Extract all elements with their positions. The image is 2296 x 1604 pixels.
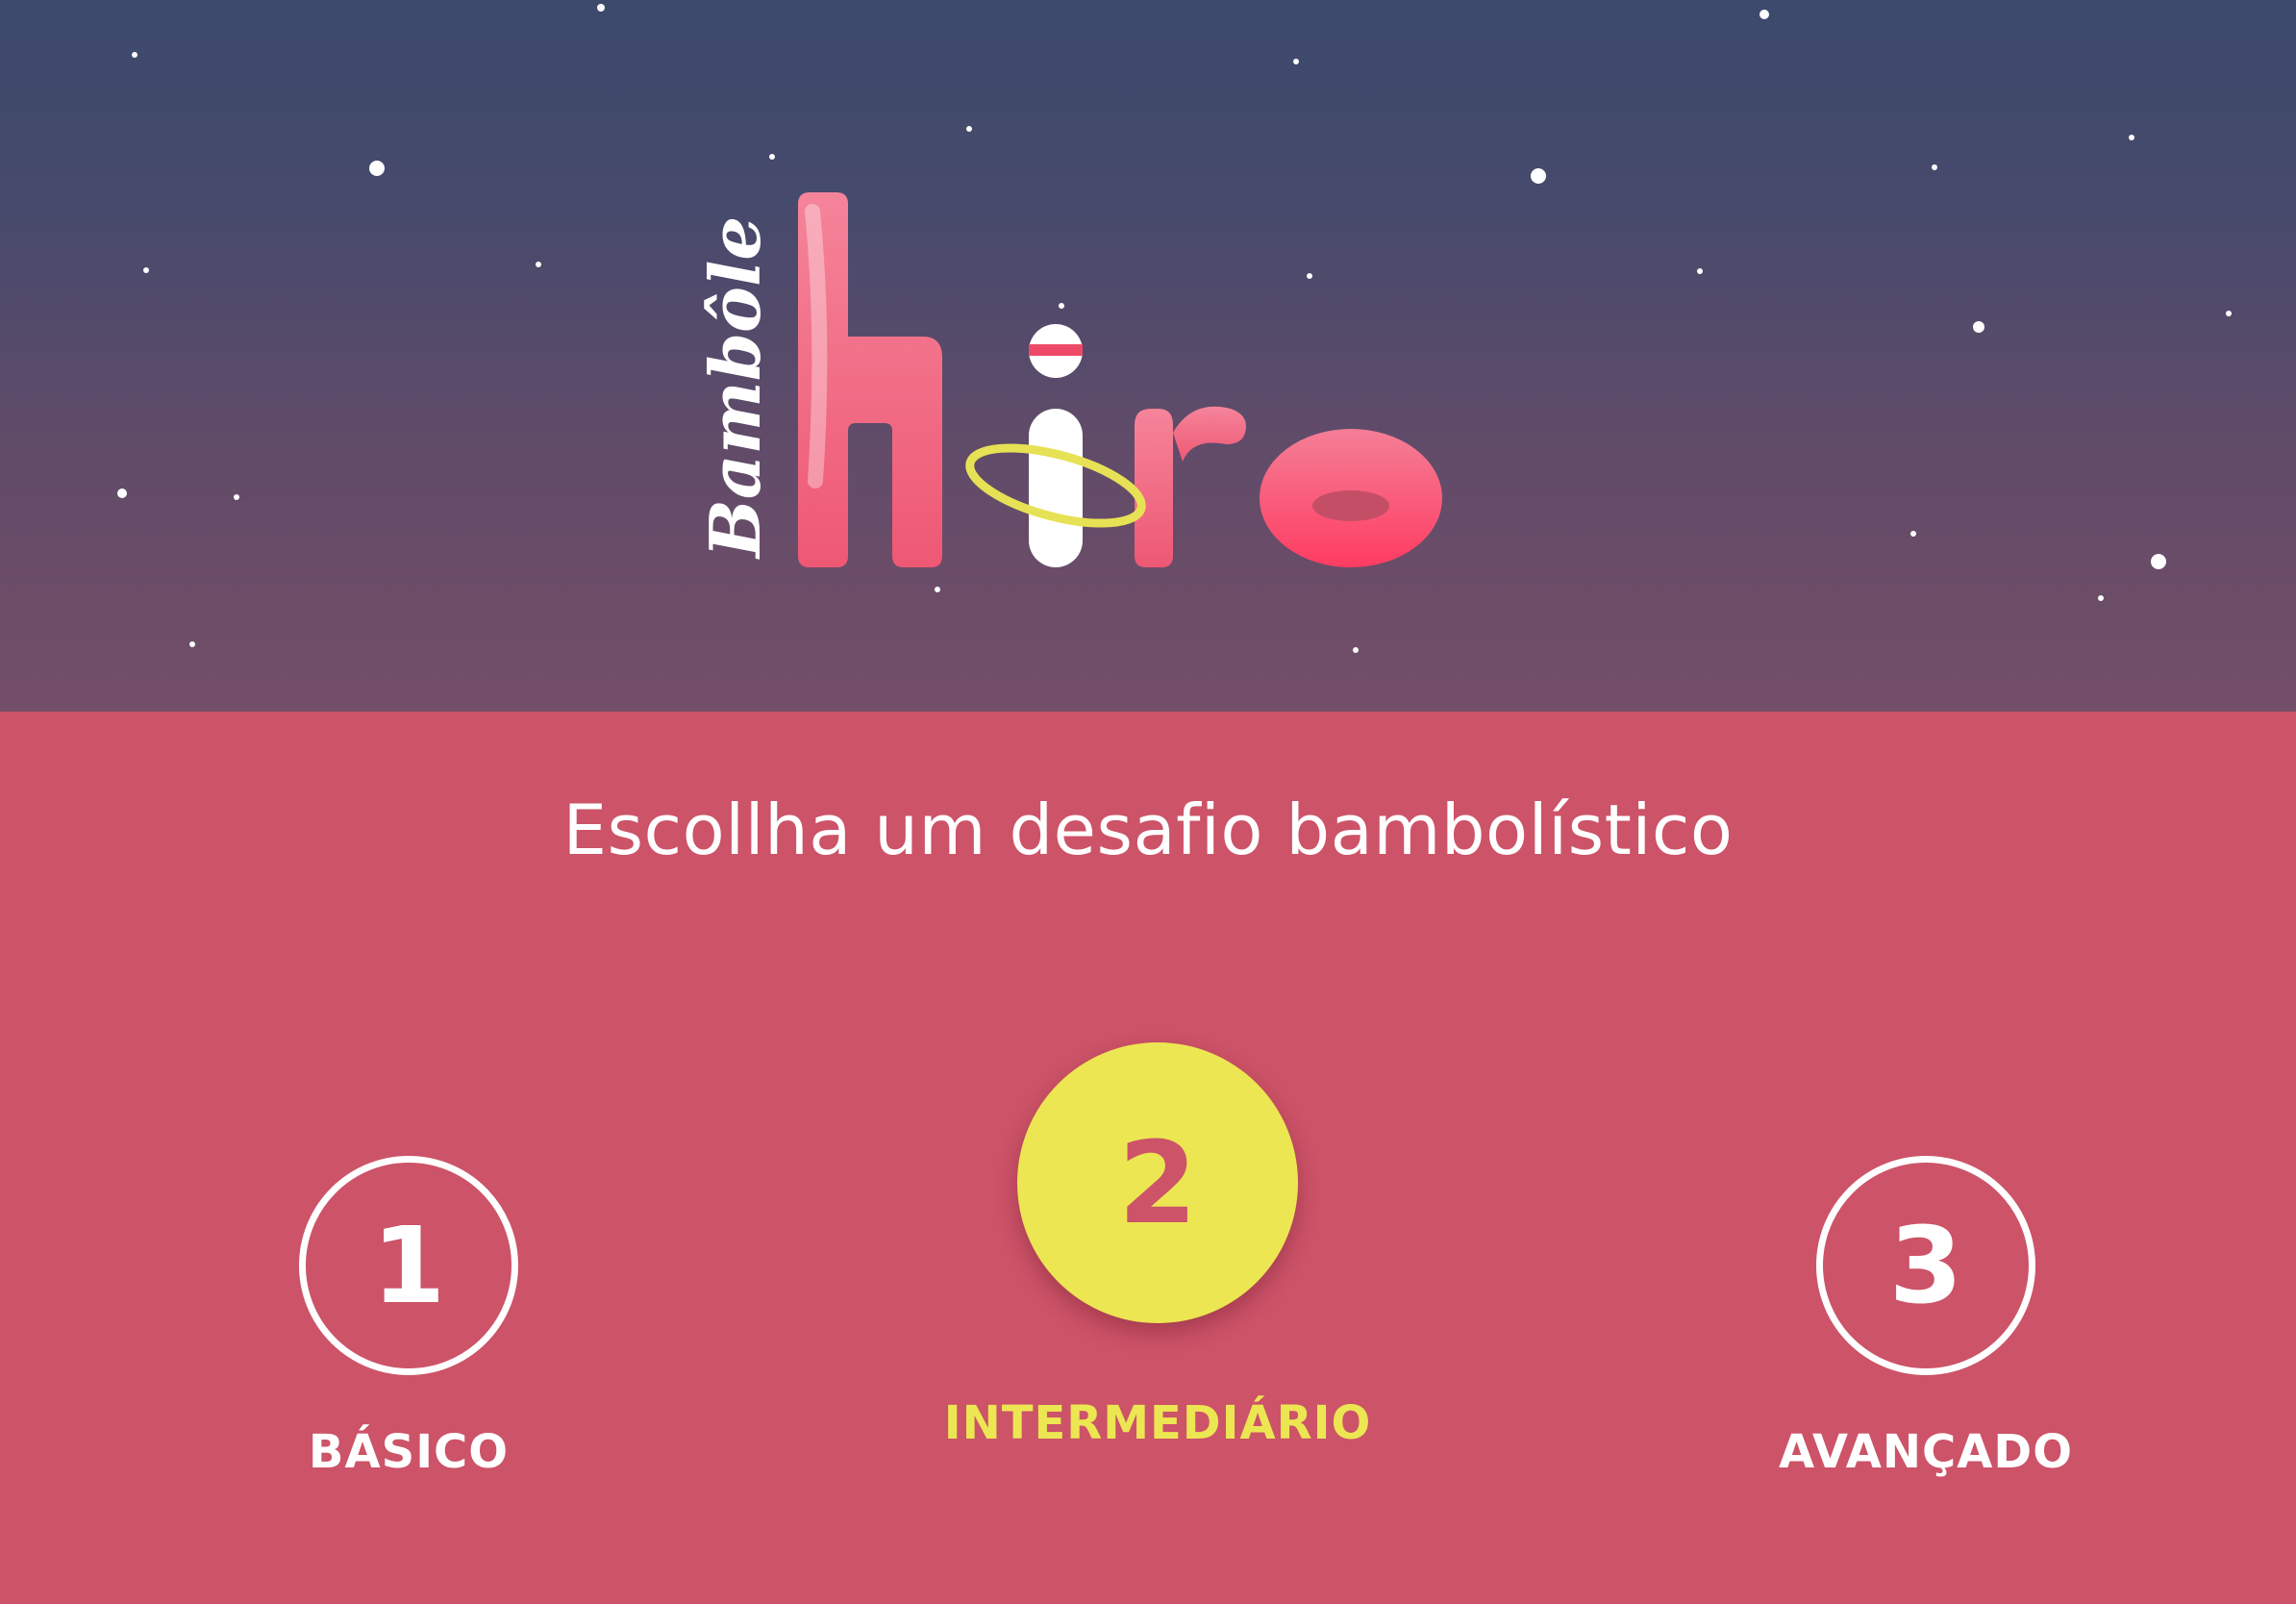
level-3-circle[interactable]: 3 — [1816, 1156, 2035, 1375]
svg-text:Bambôle: Bambôle — [694, 216, 776, 560]
hero-banner: Bambôle — [0, 0, 2296, 712]
challenge-prompt: Escollha um desafio bambolístico — [562, 789, 1734, 870]
level-2-label: INTERMEDIÁRIO — [943, 1396, 1372, 1450]
level-2-circle[interactable]: 2 — [1017, 1042, 1298, 1323]
bambole-hiro-logo: Bambôle — [694, 192, 1442, 567]
level-advanced-option[interactable]: 3 AVANÇADO — [1779, 1156, 2072, 1479]
level-intermediate-option[interactable]: 2 INTERMEDIÁRIO — [944, 1042, 1370, 1450]
challenge-selection: Escollha um desafio bambolístico 1 BÁSIC… — [0, 712, 2296, 1604]
level-basic-option[interactable]: 1 BÁSICO — [298, 1156, 519, 1479]
level-3-label: AVANÇADO — [1778, 1425, 2074, 1479]
level-1-label: BÁSICO — [308, 1425, 510, 1479]
level-1-circle[interactable]: 1 — [299, 1156, 518, 1375]
